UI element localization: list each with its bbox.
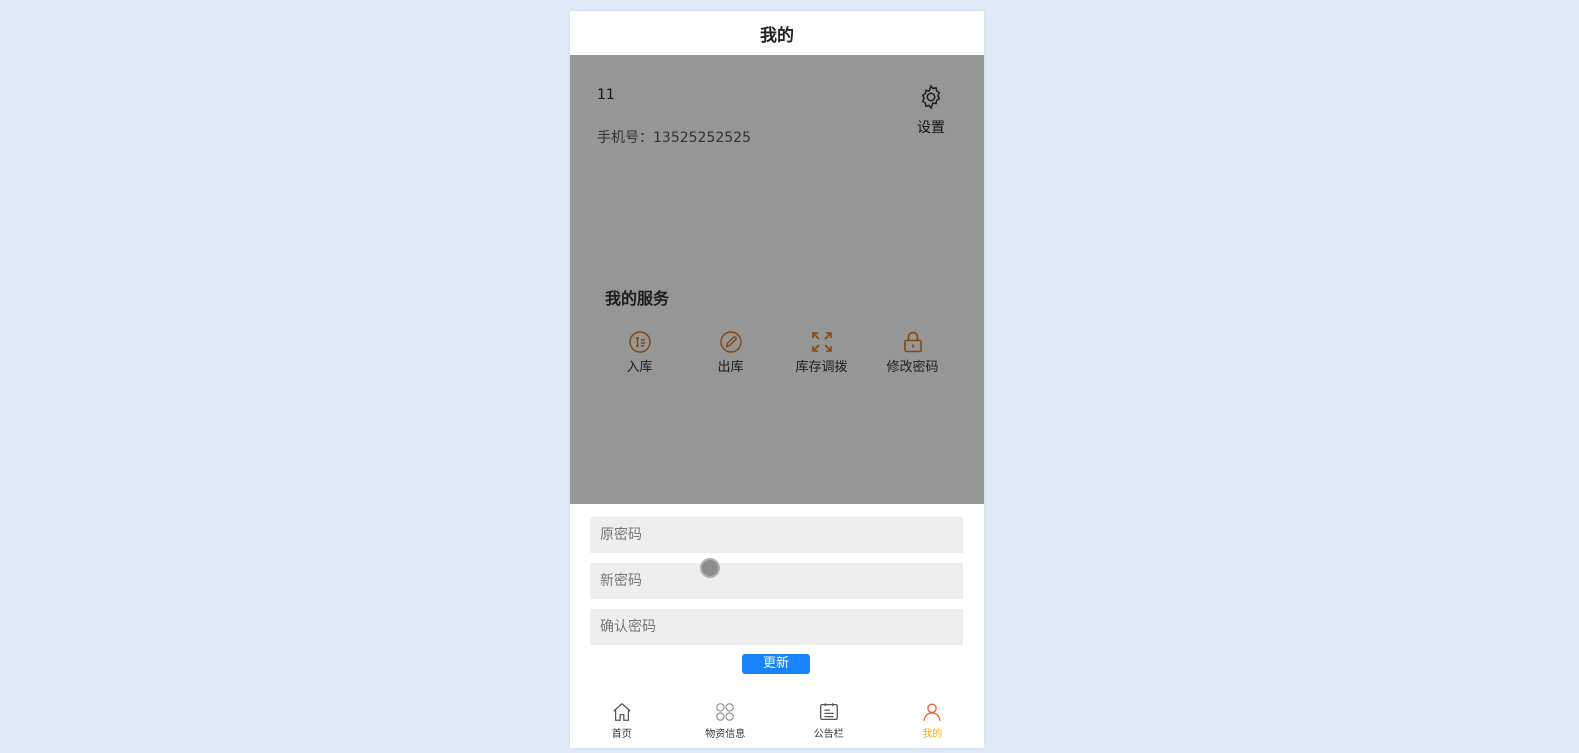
- update-button[interactable]: 更新: [742, 654, 810, 674]
- old-password-input[interactable]: [590, 517, 963, 553]
- tab-materials[interactable]: 物资信息: [674, 695, 778, 748]
- touch-cursor: [700, 558, 720, 578]
- bottom-tabbar: 首页 物资信息 公告栏 我的: [570, 695, 984, 748]
- home-icon: [613, 702, 631, 721]
- tab-label: 物资信息: [705, 729, 746, 740]
- grid-icon: [716, 703, 735, 721]
- phone-frame: 我的 11 手机号：13525252525 设置 我的服务 入库 出库 库存调拨…: [570, 11, 984, 748]
- navbar: 我的: [570, 11, 984, 55]
- tab-notice-board[interactable]: 公告栏: [777, 695, 881, 748]
- confirm-password-input[interactable]: [590, 609, 963, 645]
- tab-mine[interactable]: 我的: [881, 695, 985, 748]
- tab-home[interactable]: 首页: [570, 695, 674, 748]
- notice-board-icon: [819, 703, 838, 720]
- new-password-input[interactable]: [590, 563, 963, 599]
- tab-label: 我的: [922, 729, 943, 740]
- tab-label: 公告栏: [813, 729, 844, 740]
- modal-overlay[interactable]: [570, 55, 984, 504]
- user-icon: [923, 703, 941, 721]
- page-title: 我的: [760, 25, 794, 46]
- tab-label: 首页: [611, 729, 632, 740]
